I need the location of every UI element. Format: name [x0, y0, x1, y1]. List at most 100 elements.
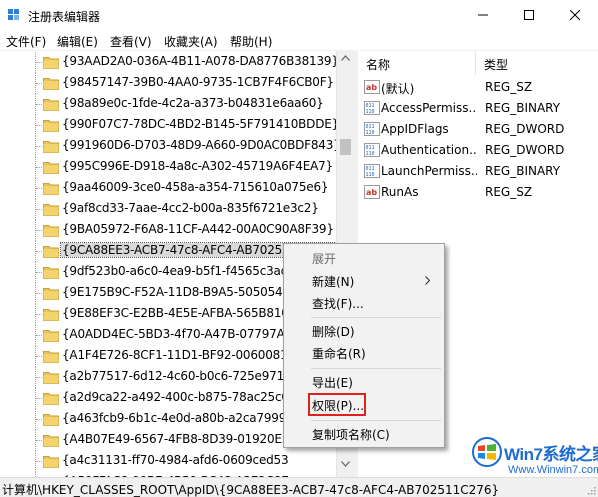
- menu-help[interactable]: 帮助(H): [230, 33, 272, 50]
- tree-line: [36, 209, 42, 210]
- tree-item-label: {990F07C7-78DC-4BD2-B145-5F791410BDDE}: [62, 117, 340, 131]
- menu-favorites[interactable]: 收藏夹(A): [164, 33, 218, 50]
- watermark-title: Win7系统之家: [504, 445, 598, 464]
- value-row[interactable]: 011 110 AppIDFlags REG_DWORD: [358, 119, 598, 140]
- folder-icon: [43, 245, 59, 258]
- folder-icon: [43, 98, 59, 111]
- context-menu: 展开 新建(N) 查找(F)... 删除(D) 重命名(R) 导出(E) 权限(…: [283, 243, 445, 448]
- menu-separator: [311, 317, 441, 318]
- svg-text:110: 110: [366, 151, 375, 157]
- tree-item-label: {9aa46009-3ce0-458a-a354-715610a075e6}: [62, 180, 329, 194]
- tree-item[interactable]: {995C996E-D918-4a8c-A302-45719A6F4EA7}: [0, 157, 336, 178]
- folder-icon: [43, 203, 59, 216]
- value-type: REG_BINARY: [485, 101, 561, 115]
- windows-logo-icon: [472, 437, 502, 467]
- svg-text:110: 110: [366, 109, 375, 115]
- tree-line: [36, 461, 42, 462]
- tree-item[interactable]: {a4c31131-ff70-4984-afd6-0609ced53: [0, 451, 336, 472]
- window-title: 注册表编辑器: [28, 10, 101, 24]
- folder-icon: [43, 119, 59, 132]
- tree-item[interactable]: {93AAD2A0-036A-4B11-A078-DA8776B38139}: [0, 52, 339, 73]
- tree-item-label: {A1F4E726-8CF1-11D1-BF92-0060081: [62, 348, 288, 362]
- title-bar: 注册表编辑器: [0, 0, 598, 30]
- column-header-type[interactable]: 类型: [476, 51, 598, 75]
- value-name: Authentication...: [381, 143, 477, 157]
- tree-item[interactable]: {98457147-39B0-4AA0-9735-1CB7F4F6CB0F}: [0, 73, 336, 94]
- tree-item-label: {991960D6-D703-48D9-A660-9D0AC0BDF843}: [62, 138, 341, 152]
- tree-line: [36, 377, 42, 378]
- tree-item-label: {9E175B9C-F52A-11D8-B9A5-5050545: [62, 285, 290, 299]
- tree-line: [36, 440, 42, 441]
- svg-text:ab: ab: [366, 83, 377, 92]
- maximize-button[interactable]: [506, 0, 552, 30]
- tree-item-label: {a463fcb9-6b1c-4e0d-a80b-a2ca7999: [62, 411, 287, 425]
- tree-item-label: {A4B07E49-6567-4FB8-8D39-01920E3: [62, 432, 290, 446]
- folder-icon: [43, 329, 59, 342]
- value-row[interactable]: 011 110 LaunchPermiss... REG_BINARY: [358, 161, 598, 182]
- value-row[interactable]: ab (默认) REG_SZ: [358, 77, 598, 98]
- tree-item[interactable]: {991960D6-D703-48D9-A660-9D0AC0BDF843}: [0, 136, 341, 157]
- menu-separator: [311, 420, 441, 421]
- menu-item-copy-key-name[interactable]: 复制项名称(C): [284, 423, 444, 444]
- tree-item[interactable]: {98a89e0c-1fde-4c2a-a373-b04831e6aa60}: [0, 94, 336, 115]
- menu-item-export[interactable]: 导出(E): [284, 371, 444, 392]
- folder-icon: [43, 77, 59, 90]
- tree-item-label: {98457147-39B0-4AA0-9735-1CB7F4F6CB0F}: [62, 75, 334, 89]
- value-type: REG_SZ: [485, 80, 533, 94]
- value-row[interactable]: 011 110 AccessPermiss... REG_BINARY: [358, 98, 598, 119]
- svg-text:110: 110: [366, 130, 375, 136]
- watermark-url: Www.Winwin7.com: [508, 464, 598, 476]
- menu-item-find[interactable]: 查找(F)...: [284, 292, 444, 313]
- menu-file[interactable]: 文件(F): [6, 33, 46, 50]
- tree-item[interactable]: {9af8cd33-7aae-4cc2-b00a-835f6721e3c2}: [0, 199, 336, 220]
- menu-item-delete[interactable]: 删除(D): [284, 320, 444, 341]
- tree-item[interactable]: {9BA05972-F6A8-11CF-A442-00A0C90A8F39}: [0, 220, 336, 241]
- tree-item-label: {98a89e0c-1fde-4c2a-a373-b04831e6aa60}: [62, 96, 324, 110]
- column-header-name[interactable]: 名称: [358, 51, 476, 75]
- svg-text:ab: ab: [366, 188, 377, 197]
- tree-line: [36, 335, 42, 336]
- value-row[interactable]: ab RunAs REG_SZ: [358, 182, 598, 203]
- tree-item[interactable]: {990F07C7-78DC-4BD2-B145-5F791410BDDE}: [0, 115, 340, 136]
- permissions-highlight-box: [308, 393, 366, 416]
- tree-line: [36, 251, 42, 252]
- menu-separator: [311, 368, 441, 369]
- folder-icon: [43, 287, 59, 300]
- binary-value-icon: 011 110: [364, 122, 380, 136]
- value-name: AccessPermiss...: [381, 101, 477, 115]
- scrollbar-thumb[interactable]: [340, 139, 351, 155]
- menu-item-rename[interactable]: 重命名(R): [284, 342, 444, 363]
- watermark: Win7系统之家 Www.Winwin7.com: [470, 432, 598, 492]
- menu-item-new[interactable]: 新建(N): [284, 270, 444, 291]
- value-type: REG_DWORD: [485, 122, 565, 136]
- value-name: (默认): [381, 82, 415, 96]
- value-row[interactable]: 011 110 Authentication... REG_DWORD: [358, 140, 598, 161]
- tree-line: [36, 104, 42, 105]
- scroll-down-arrow-icon[interactable]: [341, 461, 350, 467]
- tree-item-label: {9af8cd33-7aae-4cc2-b00a-835f6721e3c2}: [62, 201, 319, 215]
- menu-item-rename-label: 重命名(R): [312, 347, 366, 361]
- tree-line: [36, 146, 42, 147]
- folder-icon: [43, 455, 59, 468]
- scroll-up-arrow-icon[interactable]: [341, 55, 350, 61]
- folder-icon: [43, 224, 59, 237]
- svg-text:110: 110: [366, 172, 375, 178]
- value-name: RunAs: [381, 185, 419, 199]
- tree-line: [36, 125, 42, 126]
- menu-edit[interactable]: 编辑(E): [57, 33, 98, 50]
- value-name: AppIDFlags: [381, 122, 449, 136]
- minimize-button[interactable]: [460, 0, 506, 30]
- folder-icon: [43, 161, 59, 174]
- string-value-icon: ab: [364, 80, 380, 94]
- tree-line: [36, 230, 42, 231]
- value-type: REG_BINARY: [485, 164, 561, 178]
- tree-item[interactable]: {9aa46009-3ce0-458a-a354-715610a075e6}: [0, 178, 336, 199]
- menu-view[interactable]: 查看(V): [110, 33, 152, 50]
- folder-icon: [43, 308, 59, 321]
- folder-icon: [43, 371, 59, 384]
- maximize-icon: [524, 10, 534, 20]
- menu-item-expand-label: 展开: [312, 252, 337, 266]
- tree-line: [36, 83, 42, 84]
- close-button[interactable]: [552, 0, 598, 30]
- menu-item-new-label: 新建(N): [312, 275, 355, 289]
